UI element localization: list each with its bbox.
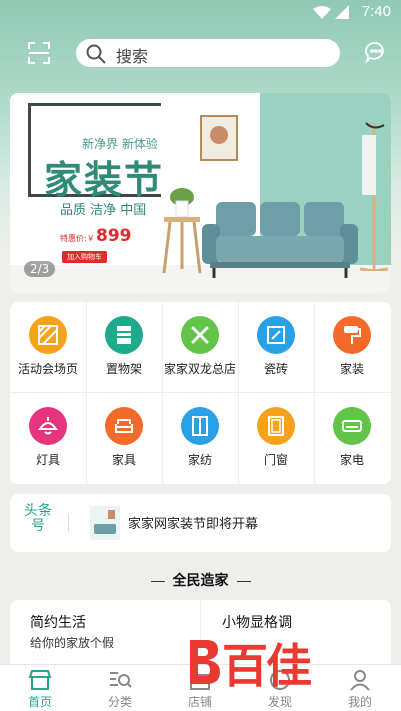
tab-category[interactable]: 分类 (80, 665, 160, 711)
status-time: 7:40 (361, 3, 391, 20)
banner-title: 家装节 (44, 158, 165, 202)
headline-thumbnail (90, 506, 120, 540)
wardrobe-icon (181, 407, 219, 445)
category-label: 家具 (111, 453, 136, 467)
shelf-icon (105, 316, 143, 354)
sofa-icon (105, 407, 143, 445)
category-label: 家家双龙总店 (163, 362, 236, 376)
paint-roller-icon (333, 316, 371, 354)
category-label: 家电 (339, 453, 364, 467)
air-conditioner-icon (333, 407, 371, 445)
search-row: 搜索 (0, 36, 401, 70)
message-icon[interactable] (365, 41, 387, 67)
tab-label: 分类 (107, 695, 132, 709)
category-label: 家装 (339, 362, 364, 376)
category-label: 置物架 (105, 362, 142, 376)
status-bar: 7:40 (0, 0, 401, 24)
category-item-textile[interactable]: 家纺 (162, 393, 238, 483)
category-item-activity[interactable]: 活动会场页 (10, 302, 86, 392)
category-item-decoration[interactable]: 家装 (314, 302, 390, 392)
watermark-logo: 百佳 (186, 630, 386, 693)
banner-price-label: 特惠价:￥ (60, 234, 95, 243)
coat-stand (359, 122, 389, 271)
category-item-furniture[interactable]: 家具 (86, 393, 162, 483)
headline-news-bar[interactable]: 头条号 家家网家装节即将开幕 (10, 494, 391, 552)
scan-icon[interactable] (28, 42, 50, 68)
lamp-icon (29, 407, 67, 445)
tab-label: 首页 (27, 695, 52, 709)
wifi-icon (313, 5, 331, 24)
section-title: 全民造家 (0, 570, 401, 590)
tools-icon (181, 316, 219, 354)
signal-icon (335, 4, 349, 23)
search-placeholder: 搜索 (116, 47, 149, 66)
feature-card-simple-life[interactable]: 简约生活 给你的家放个假 (30, 612, 114, 651)
banner-page-indicator: 2/3 (24, 261, 56, 277)
wall-picture (200, 115, 238, 161)
search-icon (86, 44, 106, 68)
category-label: 活动会场页 (17, 362, 78, 376)
category-label: 家纺 (187, 453, 212, 467)
home-icon (28, 670, 52, 690)
watermark-text: 百佳 (222, 639, 312, 693)
category-item-shelf[interactable]: 置物架 (86, 302, 162, 392)
category-item-door[interactable]: 门窗 (238, 393, 314, 483)
tab-label: 我的 (347, 695, 372, 709)
tile-icon (257, 316, 295, 354)
category-item-lamp[interactable]: 灯具 (10, 393, 86, 483)
door-icon (257, 407, 295, 445)
category-grid: 活动会场页 置物架 家家双龙总店 瓷砖 家装 灯具 家具 家纺 门窗 家电 (10, 302, 391, 484)
section-title-text: 全民造家 (172, 573, 229, 589)
search-input[interactable]: 搜索 (76, 39, 340, 67)
headline-text: 家家网家装节即将开幕 (128, 517, 259, 532)
sofa-image (202, 202, 358, 278)
card-title: 小物显格调 (222, 615, 292, 631)
category-icon (110, 672, 132, 688)
category-label: 门窗 (263, 453, 288, 467)
category-label: 灯具 (35, 453, 60, 467)
promo-banner[interactable]: 新净界 新体验 家装节 品质 洁净 中国 特惠价:￥ 899 加入购物车 2/3 (10, 93, 391, 293)
headline-tag: 头条号 (24, 503, 52, 534)
category-label: 瓷砖 (263, 362, 288, 376)
title-dash (150, 580, 165, 582)
tab-home[interactable]: 首页 (0, 665, 80, 711)
category-item-store[interactable]: 家家双龙总店 (162, 302, 238, 392)
category-item-tile[interactable]: 瓷砖 (238, 302, 314, 392)
headline-separator (68, 514, 69, 532)
category-item-appliance[interactable]: 家电 (314, 393, 390, 483)
banner-price: 899 (96, 226, 132, 246)
card-title: 简约生活 (30, 615, 86, 631)
banner-tagline: 品质 洁净 中国 (60, 203, 147, 218)
activity-icon (29, 316, 67, 354)
card-subtitle: 给你的家放个假 (30, 636, 115, 650)
watermark-mark (190, 640, 220, 684)
title-dash (236, 580, 251, 582)
banner-cart-button[interactable]: 加入购物车 (62, 251, 107, 263)
